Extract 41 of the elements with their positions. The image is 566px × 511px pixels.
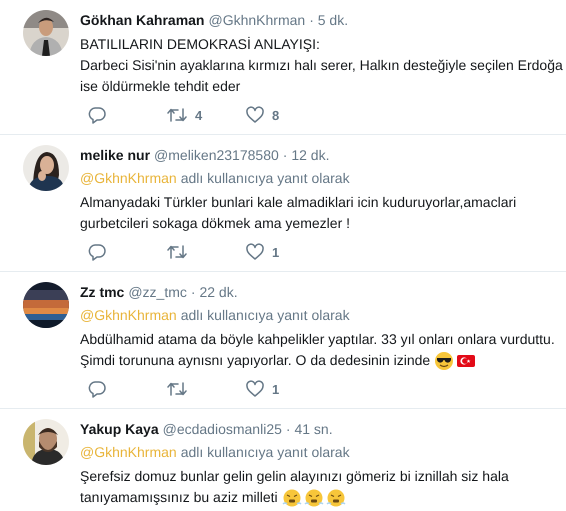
retweet-icon[interactable] (167, 380, 187, 398)
tweet-text: Şimdi torununa aynısnı yapıyorlar. O da dedesinin izinde (80, 351, 430, 370)
timestamp[interactable]: · 5 dk. (309, 10, 348, 31)
user-name[interactable]: Zz tmc (80, 282, 124, 303)
tweet-text: gurbetcileri sokaga dökmek ama yemezler ! (80, 214, 350, 233)
like-count: 1 (272, 244, 280, 262)
tweet-text: tanıyamamışsınız bu aziz milleti (80, 488, 278, 507)
heart-icon[interactable] (246, 243, 264, 261)
reply-context: adlı kullanıcıya yanıt olarak (180, 169, 350, 188)
tweet-text: Şerefsiz domuz bunlar gelin gelin alayınızı gömeriz bi iznillah siz hala (80, 467, 509, 486)
tweet-text: Abdülhamid atama da böyle kahpelikler yaptılar. 33 yıl onları onlara vurduttu. (80, 330, 555, 349)
frustrated-emoji-icon (326, 488, 346, 508)
heart-icon[interactable] (246, 380, 264, 398)
reply-icon[interactable] (88, 243, 106, 261)
frustrated-emoji-icon (304, 488, 324, 508)
reply-context: adlı kullanıcıya yanıt olarak (180, 443, 350, 462)
user-name[interactable]: Yakup Kaya (80, 419, 159, 440)
user-handle[interactable]: @zz_tmc (128, 282, 187, 303)
heart-icon[interactable] (246, 106, 264, 124)
timestamp[interactable]: · 22 dk. (190, 282, 238, 303)
reply-icon[interactable] (88, 106, 106, 124)
user-name[interactable]: melike nur (80, 145, 150, 166)
sunglasses-emoji-icon (434, 350, 454, 370)
reply-context: adlı kullanıcıya yanıt olarak (180, 306, 350, 325)
user-handle[interactable]: @ecdadiosmanli25 (162, 419, 282, 440)
like-count: 1 (272, 380, 280, 398)
tweet-text: Almanyadaki Türkler bunlari kale almadiklari icin kuduruyorlar,amaclari (80, 193, 516, 212)
timestamp[interactable]: · 12 dk. (282, 145, 330, 166)
user-handle[interactable]: @GkhnKhrman (208, 10, 306, 31)
tweet-text: BATILILARIN DEMOKRASİ ANLAYIŞI: (80, 35, 320, 54)
tweet-text: Darbeci Sisi'nin ayaklarına kırmızı halı serer, Halkın desteğiyle seçilen Erdoğa (80, 56, 563, 75)
retweet-icon[interactable] (167, 243, 187, 261)
retweet-count: 4 (195, 106, 202, 124)
reply-icon[interactable] (88, 380, 106, 398)
frustrated-emoji-icon (282, 488, 302, 508)
user-handle[interactable]: @meliken23178580 (154, 145, 279, 166)
tweet-text: ise öldürmekle tehdit eder (80, 77, 240, 96)
like-count: 8 (272, 106, 280, 124)
retweet-icon[interactable] (167, 106, 187, 124)
user-name[interactable]: Gökhan Kahraman (80, 10, 204, 31)
timestamp[interactable]: · 41 sn. (286, 419, 333, 440)
